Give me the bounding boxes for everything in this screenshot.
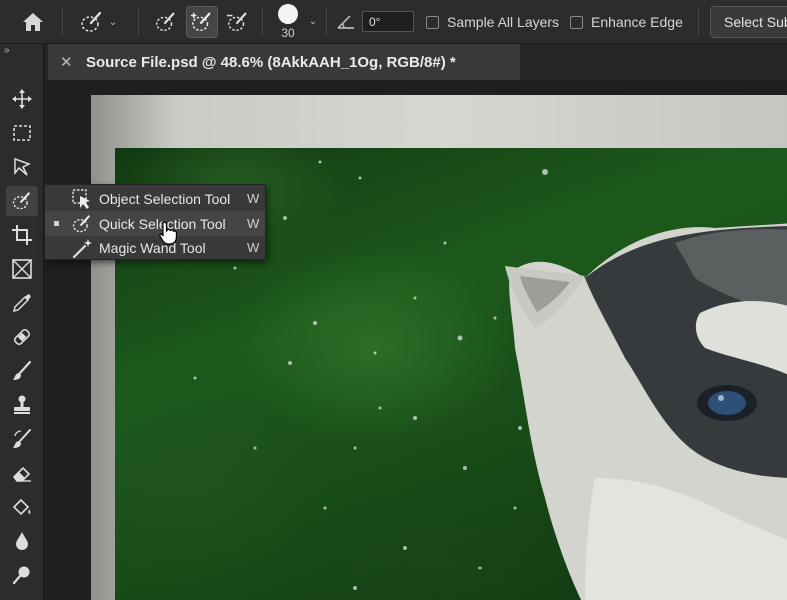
frame-icon	[12, 259, 32, 279]
brush-icon	[13, 360, 32, 380]
history-brush-tool[interactable]	[6, 424, 38, 454]
eyedropper-icon	[12, 294, 31, 313]
flyout-item-quick-selection[interactable]: Quick Selection Tool W	[45, 211, 265, 236]
blur-tool[interactable]	[6, 526, 38, 556]
tools-panel: »	[0, 44, 44, 600]
close-icon[interactable]: ✕	[60, 53, 74, 71]
subtract-from-selection-icon	[226, 12, 247, 32]
magic-wand-icon	[72, 239, 92, 259]
brush-size-picker[interactable]: 30	[272, 2, 304, 42]
dodge-tool[interactable]	[6, 560, 38, 590]
blur-icon	[16, 532, 28, 550]
marquee-tool[interactable]	[6, 118, 38, 148]
move-tool[interactable]	[6, 84, 38, 114]
flyout-item-magic-wand[interactable]: Magic Wand Tool W	[45, 235, 265, 260]
tool-preset-picker[interactable]: ⌄	[70, 6, 126, 38]
marquee-icon	[13, 125, 31, 141]
canvas-area[interactable]	[45, 80, 787, 600]
mouse-pointer-icon	[159, 221, 177, 245]
options-bar: ⌄ 30 ⌄ 0° Sample All Layers Enhance Edge…	[0, 0, 787, 44]
selected-bullet-icon	[54, 221, 59, 226]
brush-tool[interactable]	[6, 356, 38, 386]
angle-icon	[336, 11, 356, 31]
lasso-tool[interactable]	[6, 152, 38, 182]
history-brush-icon	[13, 429, 31, 448]
chevron-down-icon: ⌄	[308, 15, 318, 27]
select-subject-button[interactable]: Select Subject	[710, 6, 787, 38]
paint-bucket-tool[interactable]	[6, 492, 38, 522]
flyout-item-label: Object Selection Tool	[99, 190, 231, 207]
healing-brush-tool[interactable]	[6, 322, 38, 352]
new-selection-button[interactable]	[150, 6, 182, 38]
flyout-item-shortcut: W	[247, 216, 260, 231]
document-tab-title: Source File.psd @ 48.6% (8AkkAAH_1Og, RG…	[86, 53, 456, 71]
brush-tip-preview	[278, 4, 298, 24]
eyedropper-tool[interactable]	[6, 288, 38, 318]
clone-stamp-icon	[14, 395, 30, 414]
home-icon	[23, 13, 43, 31]
brush-dropdown-toggle[interactable]: ⌄	[306, 13, 320, 29]
eraser-tool[interactable]	[6, 458, 38, 488]
eraser-icon	[12, 466, 31, 482]
sample-all-layers-option[interactable]: Sample All Layers	[426, 14, 559, 30]
lasso-icon	[14, 157, 31, 176]
quick-selection-icon	[12, 192, 30, 210]
brush-size-value: 30	[281, 26, 295, 40]
document-tab-bar: ✕ Source File.psd @ 48.6% (8AkkAAH_1Og, …	[45, 44, 787, 80]
subtract-from-selection-button[interactable]	[222, 6, 254, 38]
home-button[interactable]	[14, 8, 52, 36]
quick-selection-tool[interactable]	[6, 186, 38, 216]
enhance-edge-checkbox[interactable]	[570, 15, 583, 29]
add-to-selection-button[interactable]	[186, 6, 218, 38]
sample-all-layers-checkbox[interactable]	[426, 15, 439, 29]
chevron-down-icon: ⌄	[108, 16, 118, 28]
healing-brush-icon	[13, 328, 31, 346]
flyout-item-label: Magic Wand Tool	[99, 239, 206, 256]
object-selection-icon	[72, 189, 90, 209]
clone-stamp-tool[interactable]	[6, 390, 38, 420]
dodge-icon	[12, 566, 30, 585]
enhance-edge-label: Enhance Edge	[591, 14, 683, 30]
flyout-item-shortcut: W	[247, 240, 260, 255]
quick-selection-icon	[72, 215, 90, 233]
document-tab[interactable]: ✕ Source File.psd @ 48.6% (8AkkAAH_1Og, …	[48, 44, 520, 80]
crop-icon	[12, 225, 32, 245]
enhance-edge-option[interactable]: Enhance Edge	[570, 14, 683, 30]
sample-all-layers-label: Sample All Layers	[447, 14, 560, 30]
frame-tool[interactable]	[6, 254, 38, 284]
add-to-selection-icon	[190, 12, 211, 32]
selection-tools-flyout: Object Selection Tool W Quick Selection …	[44, 184, 266, 260]
flyout-item-object-selection[interactable]: Object Selection Tool W	[45, 186, 265, 211]
quick-selection-icon	[80, 11, 101, 32]
new-selection-icon	[156, 12, 175, 32]
crop-tool[interactable]	[6, 220, 38, 250]
angle-input[interactable]: 0°	[362, 11, 414, 32]
flyout-item-shortcut: W	[247, 191, 260, 206]
collapse-panel-icon[interactable]: »	[4, 45, 10, 56]
move-icon	[12, 89, 32, 109]
paint-bucket-icon	[12, 498, 31, 516]
